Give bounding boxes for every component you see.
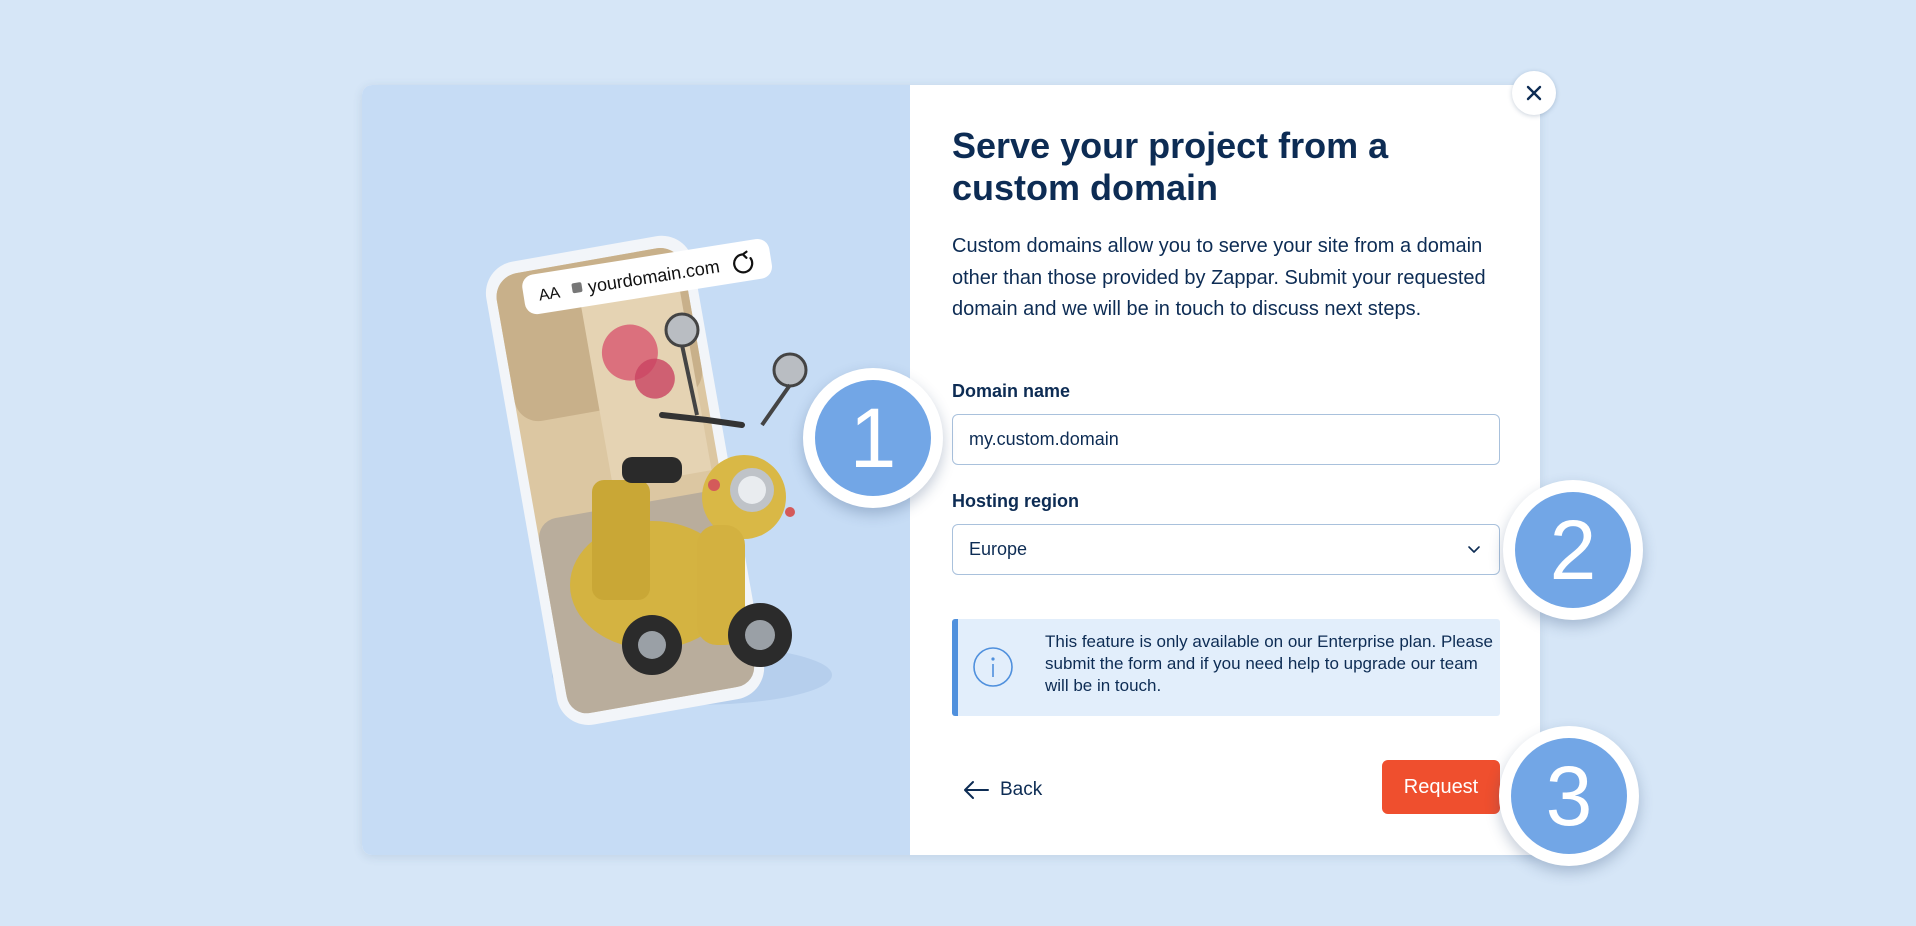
dialog-title: Serve your project from a custom domain (952, 125, 1389, 208)
step-badge-number: 3 (1511, 738, 1627, 854)
close-button[interactable] (1512, 71, 1556, 115)
dialog-description: Custom domains allow you to serve your s… (952, 235, 1486, 320)
step-badge-2: 2 (1503, 480, 1643, 620)
step-badge-number: 1 (815, 380, 931, 496)
back-label: Back (1000, 779, 1043, 800)
chevron-down-icon (1468, 546, 1480, 553)
lock-icon (571, 282, 583, 294)
domain-name-input[interactable]: my.custom.domain (952, 414, 1500, 465)
address-bar-text-size: AA (538, 284, 562, 304)
hosting-region-label: Hosting region (952, 491, 1079, 511)
back-button[interactable]: Back (962, 772, 1042, 808)
arrow-left-icon (964, 781, 989, 799)
hosting-region-value: Europe (969, 539, 1028, 559)
hosting-region-select[interactable]: Europe (952, 524, 1500, 575)
form-panel: Serve your project from a custom domain … (952, 85, 1512, 855)
info-text: This feature is only available on our En… (1045, 632, 1493, 695)
close-icon (1526, 85, 1542, 101)
enterprise-info-banner: This feature is only available on our En… (952, 619, 1500, 716)
info-icon (973, 647, 1013, 687)
domain-name-label: Domain name (952, 381, 1071, 401)
domain-name-value: my.custom.domain (969, 429, 1119, 449)
step-badge-3: 3 (1499, 726, 1639, 866)
custom-domain-dialog: AA yourdomain.com Serve your project fro… (362, 85, 1540, 855)
request-button[interactable]: Request (1382, 760, 1500, 814)
step-badge-1: 1 (803, 368, 943, 508)
step-badge-number: 2 (1515, 492, 1631, 608)
